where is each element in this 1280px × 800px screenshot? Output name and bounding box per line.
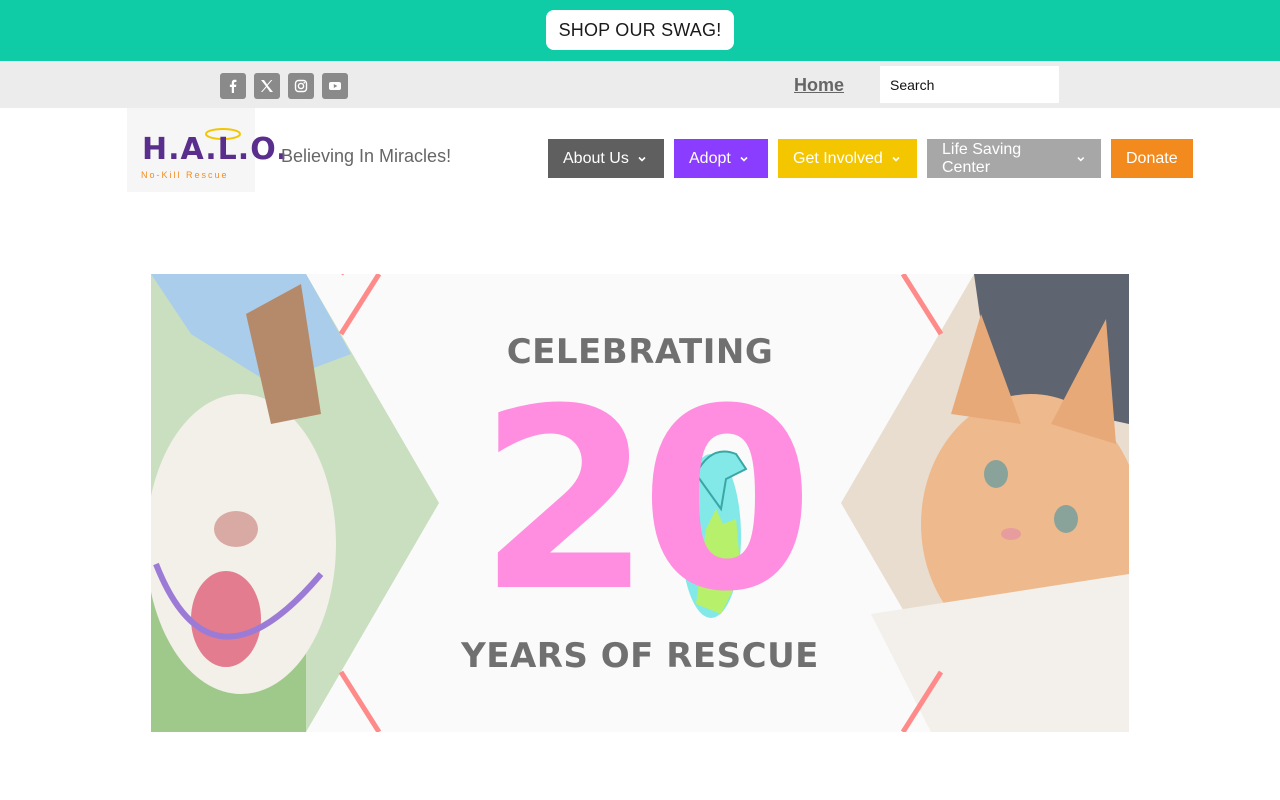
facebook-icon[interactable] [220, 73, 246, 99]
nav-item-label: Life Saving Center [942, 140, 1022, 176]
nav-item-get-involved[interactable]: Get Involved [778, 139, 917, 178]
halo-logo[interactable]: H.A.L.O. No-Kill Rescue [127, 108, 287, 192]
chevron-down-icon [740, 156, 748, 162]
logo-subtext: No-Kill Rescue [141, 170, 229, 180]
nav-item-label: Adopt [689, 149, 731, 167]
hero-subtitle: YEARS OF RESCUE [461, 636, 819, 676]
site-tagline: Believing In Miracles! [281, 146, 452, 166]
hero-number: 20 [478, 355, 814, 646]
hero-title: CELEBRATING [506, 332, 774, 372]
nav-item-life-saving-center[interactable]: Life Saving Center [927, 139, 1101, 178]
shop-swag-button[interactable]: SHOP OUR SWAG! [546, 10, 734, 50]
site-header: H.A.L.O. No-Kill Rescue Believing In Mir… [0, 108, 1280, 208]
nav-item-about-us[interactable]: About Us [548, 139, 664, 178]
chevron-down-icon [1077, 156, 1085, 162]
promo-bar: SHOP OUR SWAG! [0, 0, 1280, 61]
nav-item-adopt[interactable]: Adopt [674, 139, 768, 178]
top-bar: Home [0, 61, 1280, 108]
youtube-icon[interactable] [322, 73, 348, 99]
nav-item-label: Donate [1126, 149, 1178, 167]
search-input[interactable] [880, 66, 1059, 103]
hero-banner[interactable]: 20 CELEBRATING YEARS OF RESCUE [151, 274, 1129, 732]
nav-item-label: Get Involved [793, 149, 883, 167]
x-icon[interactable] [254, 73, 280, 99]
instagram-icon[interactable] [288, 73, 314, 99]
nav-item-donate[interactable]: Donate [1111, 139, 1193, 178]
nav-item-label: About Us [563, 149, 629, 167]
chevron-down-icon [892, 156, 900, 162]
home-link[interactable]: Home [794, 75, 844, 96]
logo-text: H.A.L.O. [142, 132, 289, 167]
chevron-down-icon [638, 156, 646, 162]
